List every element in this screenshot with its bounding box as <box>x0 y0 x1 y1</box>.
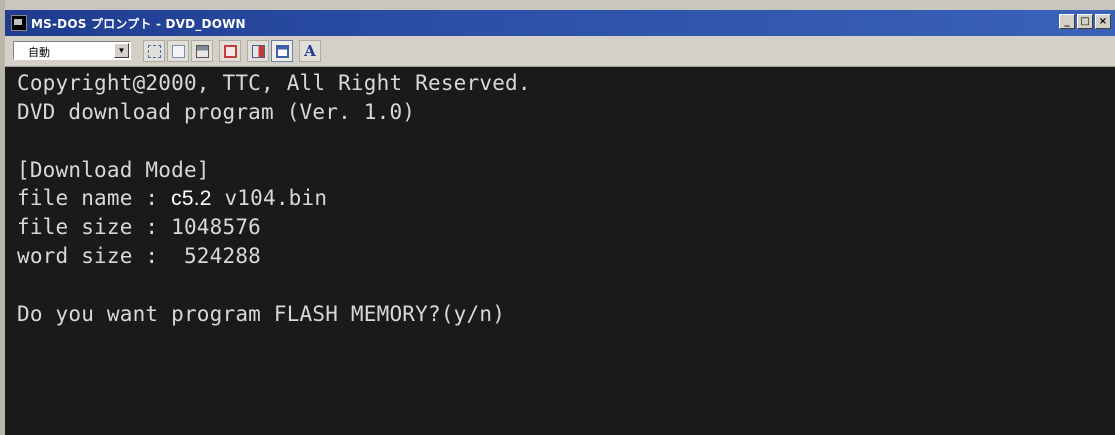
maximize-button[interactable]: □ <box>1077 14 1093 29</box>
copy-icon <box>171 44 185 58</box>
minimize-button[interactable]: _ <box>1059 14 1075 29</box>
paste-icon <box>195 44 209 58</box>
msdos-icon <box>11 15 27 31</box>
console-line: word size : 524288 <box>17 244 262 268</box>
paste-button[interactable] <box>191 40 213 62</box>
background-icon <box>275 44 289 58</box>
fullscreen-icon <box>223 44 237 58</box>
background-button[interactable] <box>271 40 293 62</box>
properties-button[interactable] <box>247 40 269 62</box>
title-bar[interactable]: MS-DOS プロンプト - DVD_DOWN _ □ × <box>5 10 1115 36</box>
close-button[interactable]: × <box>1095 14 1111 29</box>
chevron-down-icon[interactable]: ▼ <box>114 43 129 58</box>
font-button[interactable]: A <box>299 40 321 62</box>
file-name-suffix: v104.bin <box>211 186 328 210</box>
console-output[interactable]: Copyright@2000, TTC, All Right Reserved.… <box>5 67 1115 435</box>
console-line: [Download Mode] <box>17 158 210 182</box>
mark-button[interactable] <box>143 40 165 62</box>
console-line: file size : 1048576 <box>17 215 262 239</box>
fullscreen-button[interactable] <box>219 40 241 62</box>
window-controls: _ □ × <box>1059 14 1111 29</box>
file-name-label: file name : <box>17 186 172 210</box>
console-prompt: Do you want program FLASH MEMORY?(y/n) <box>17 302 506 326</box>
msdos-window: MS-DOS プロンプト - DVD_DOWN _ □ × 自動 ▼ A Cop… <box>5 10 1115 435</box>
toolbar: 自動 ▼ A <box>5 36 1115 67</box>
console-line: Copyright@2000, TTC, All Right Reserved. <box>17 71 531 95</box>
window-title: MS-DOS プロンプト - DVD_DOWN <box>31 17 246 31</box>
mark-icon <box>147 44 161 58</box>
copy-button[interactable] <box>167 40 189 62</box>
properties-icon <box>251 44 265 58</box>
font-size-select[interactable]: 自動 ▼ <box>13 41 131 60</box>
console-line-file-name: file name : c5.2 v104.bin <box>17 186 327 211</box>
font-icon: A <box>304 42 316 60</box>
font-size-value: 自動 <box>28 47 50 59</box>
console-line: DVD download program (Ver. 1.0) <box>17 100 416 124</box>
file-name-overlay-label: c5.2 <box>171 187 212 210</box>
